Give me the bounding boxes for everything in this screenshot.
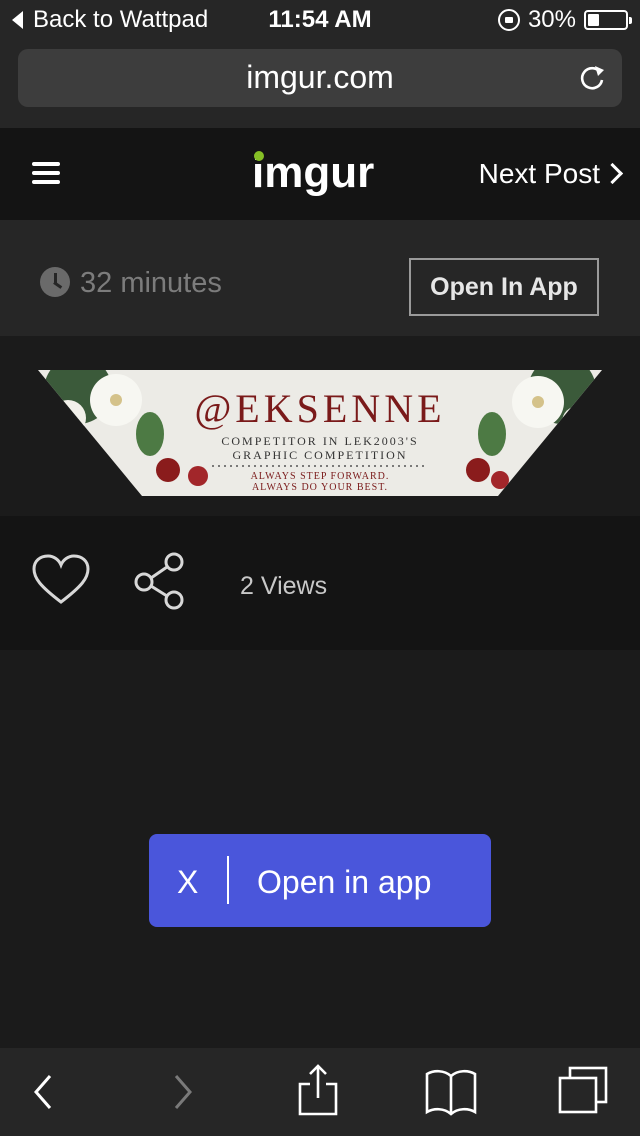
reload-icon[interactable]	[578, 64, 606, 92]
forward-icon[interactable]	[168, 1068, 198, 1116]
rotation-lock-icon	[497, 9, 520, 31]
close-banner-button[interactable]: X	[177, 864, 198, 901]
banner-motto1: ALWAYS STEP FORWARD.	[251, 471, 390, 482]
browser-toolbar	[0, 1048, 640, 1136]
back-icon[interactable]	[28, 1068, 58, 1116]
open-in-app-banner[interactable]: X Open in app	[149, 834, 491, 927]
banner-motto2: ALWAYS DO YOUR BEST.	[252, 482, 388, 493]
url-text: imgur.com	[246, 59, 394, 95]
heart-icon[interactable]	[32, 554, 90, 606]
view-count: 2 Views	[240, 572, 328, 600]
banner-line1: COMPETITOR IN LEK2003'S	[221, 434, 418, 448]
address-bar[interactable]: imgur.com	[18, 49, 622, 107]
status-right: 30%	[497, 6, 632, 34]
logo-dot	[254, 151, 264, 161]
battery-percent: 30%	[527, 6, 576, 33]
banner-line2: GRAPHIC COMPETITION	[232, 448, 407, 462]
next-post-link[interactable]: Next Post	[479, 158, 600, 190]
banner-divider	[227, 856, 229, 904]
post-actions-bar: 2 Views	[0, 516, 640, 650]
imgur-header: imgur Next Post	[0, 128, 640, 220]
battery-icon	[584, 10, 632, 30]
browser-address-area: imgur.com	[0, 40, 640, 128]
share-icon[interactable]	[132, 552, 188, 610]
open-in-app-button[interactable]: Open In App	[409, 258, 599, 316]
share-sheet-icon[interactable]	[296, 1062, 340, 1118]
post-image[interactable]: @EKSENNE COMPETITOR IN LEK2003'S GRAPHIC…	[38, 370, 602, 496]
banner-handle: @EKSENNE	[194, 386, 445, 431]
chevron-right-icon[interactable]	[601, 162, 624, 185]
battery-fill	[588, 14, 599, 26]
post-time: 32 minutes	[80, 267, 222, 299]
bookmarks-icon[interactable]	[424, 1066, 478, 1116]
post-meta-bar: 32 minutes Open In App	[0, 220, 640, 336]
imgur-logo[interactable]: imgur	[252, 148, 374, 198]
hamburger-menu-icon[interactable]	[32, 162, 60, 184]
open-in-app-banner-label[interactable]: Open in app	[257, 864, 431, 901]
clock-icon	[40, 267, 70, 297]
logo-text: imgur	[252, 148, 375, 197]
tabs-icon[interactable]	[556, 1066, 610, 1116]
status-bar: Back to Wattpad 11:54 AM 30%	[0, 0, 640, 40]
post-image-area: @EKSENNE COMPETITOR IN LEK2003'S GRAPHIC…	[0, 336, 640, 516]
